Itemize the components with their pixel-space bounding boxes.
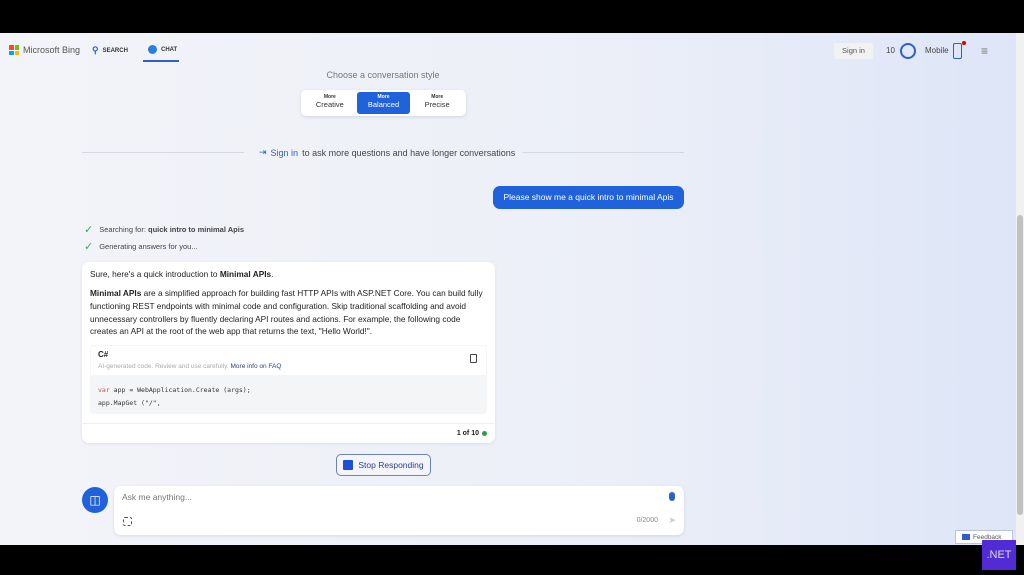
- status-generating: ✓ Generating answers for you...: [84, 241, 198, 253]
- nav-chat[interactable]: CHAT: [148, 45, 177, 54]
- answer-intro: Sure, here's a quick introduction to Min…: [90, 269, 274, 279]
- new-topic-button[interactable]: ◫: [82, 487, 108, 513]
- status-dot: [482, 431, 487, 436]
- copy-icon[interactable]: [470, 354, 477, 363]
- sign-in-button[interactable]: Sign in: [834, 43, 873, 59]
- send-icon[interactable]: ➤: [668, 515, 676, 526]
- rewards-count: 10: [886, 46, 895, 55]
- status-searching: ✓ Searching for: quick intro to minimal A…: [84, 224, 244, 236]
- signin-banner: ⇥ Sign in to ask more questions and have…: [259, 147, 515, 158]
- style-balanced[interactable]: More Balanced: [356, 92, 411, 114]
- nav-chat-label: CHAT: [161, 46, 178, 53]
- visual-search-icon[interactable]: [123, 517, 132, 526]
- code-disclaimer: AI-generated code. Review and use carefu…: [98, 363, 282, 370]
- answer-paragraph: Minimal APIs are a simplified approach f…: [90, 288, 483, 337]
- dotnet-badge: .NET: [982, 540, 1016, 570]
- microphone-icon[interactable]: [669, 492, 675, 501]
- style-creative[interactable]: More Creative: [303, 92, 357, 114]
- code-content: var app = WebApplication.Create (args); …: [98, 386, 251, 407]
- sign-in-link[interactable]: Sign in: [271, 148, 299, 158]
- divider: [522, 152, 684, 153]
- check-icon: ✓: [84, 241, 94, 253]
- nav-search[interactable]: ⚲ SEARCH: [92, 45, 128, 56]
- divider: [82, 152, 244, 153]
- mobile-label[interactable]: Mobile: [925, 46, 949, 55]
- conversation-style-picker: More Creative More Balanced More Precise: [301, 90, 466, 116]
- notification-dot: [962, 41, 966, 45]
- user-message: Please show me a quick intro to minimal …: [493, 186, 684, 209]
- mobile-icon[interactable]: [953, 43, 962, 59]
- stop-icon: [343, 460, 354, 470]
- rewards-icon[interactable]: [900, 43, 916, 59]
- check-icon: ✓: [84, 224, 94, 236]
- feedback-icon: [962, 534, 970, 540]
- active-tab-indicator: [143, 60, 179, 62]
- nav-search-label: SEARCH: [102, 47, 128, 54]
- faq-link[interactable]: More info on FAQ: [231, 363, 282, 370]
- sign-in-icon: ⇥: [259, 147, 267, 157]
- answer-card: Sure, here's a quick introduction to Min…: [82, 262, 495, 443]
- turn-counter: 1 of 10: [457, 430, 487, 437]
- code-block: C# AI-generated code. Review and use car…: [90, 345, 487, 414]
- scrollbar-thumb[interactable]: [1017, 215, 1023, 515]
- chat-input-box: 0/2000 ➤: [114, 486, 684, 535]
- style-precise[interactable]: More Precise: [410, 92, 464, 114]
- microsoft-logo-icon: [9, 45, 19, 55]
- code-language: C#: [98, 350, 109, 359]
- divider: [82, 423, 495, 424]
- stop-responding-button[interactable]: Stop Responding: [336, 454, 431, 476]
- search-icon: ⚲: [92, 45, 99, 55]
- brand-name: Microsoft Bing: [23, 45, 81, 55]
- char-counter: 0/2000: [636, 517, 658, 524]
- bing-logo[interactable]: Microsoft Bing: [9, 45, 80, 55]
- signin-banner-text: to ask more questions and have longer co…: [302, 147, 516, 158]
- chat-icon: [148, 45, 157, 54]
- style-title: Choose a conversation style: [326, 70, 440, 80]
- browser-page: Microsoft Bing ⚲ SEARCH CHAT Sign in 10 M…: [0, 33, 1024, 545]
- chat-input[interactable]: [122, 492, 642, 502]
- menu-icon[interactable]: ≡: [981, 45, 988, 57]
